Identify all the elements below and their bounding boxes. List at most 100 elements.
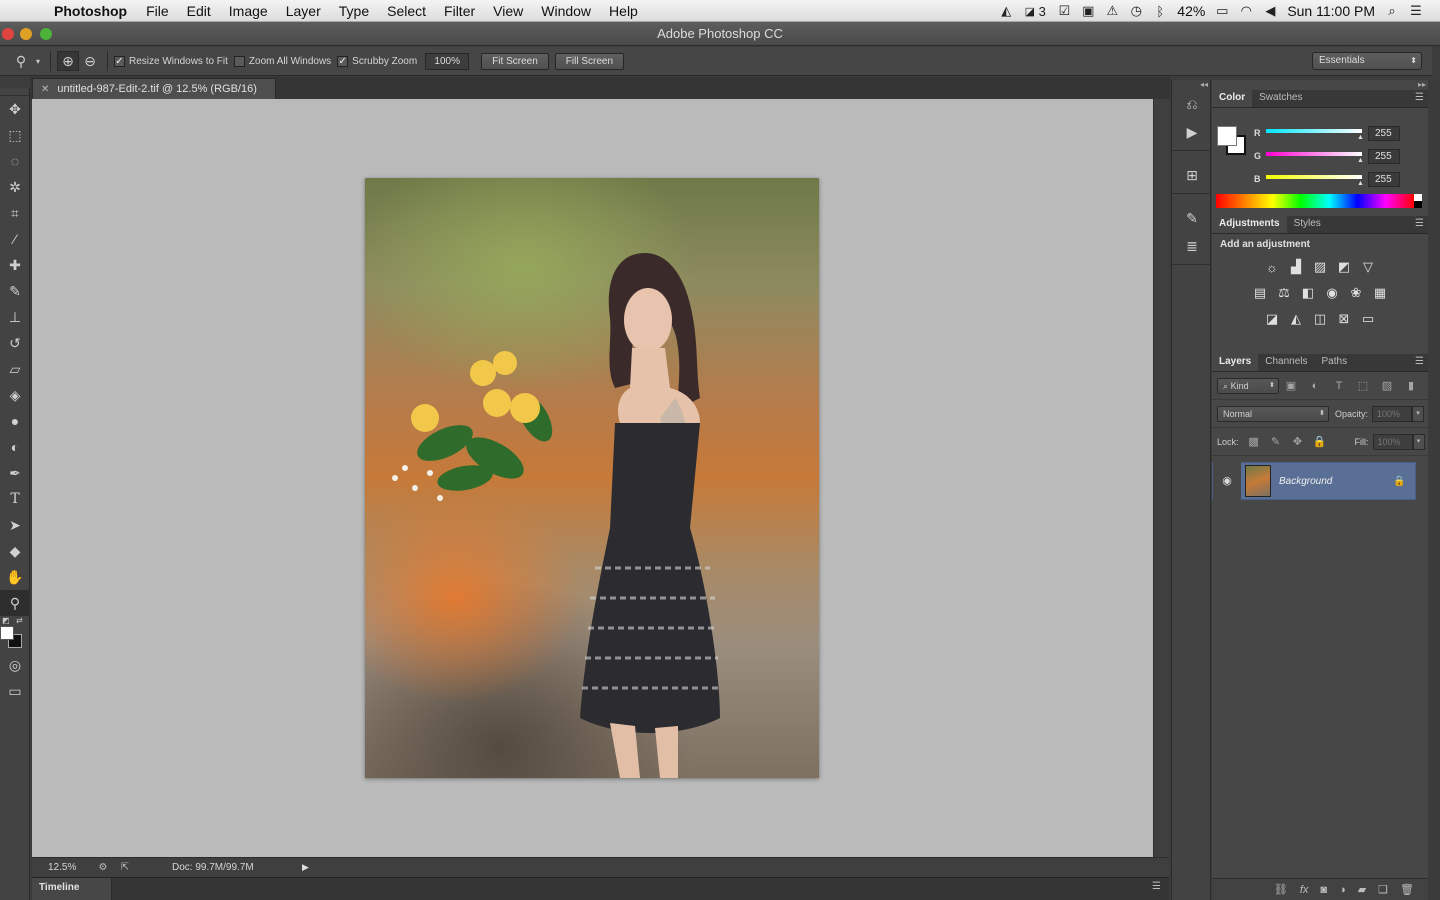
curves-icon[interactable]: ▨ bbox=[1311, 258, 1329, 276]
workspace-switcher[interactable]: Essentials ⬍ bbox=[1312, 52, 1422, 70]
new-layer-icon[interactable]: ❏ bbox=[1378, 883, 1388, 896]
menu-file[interactable]: File bbox=[146, 3, 169, 19]
default-colors-icon[interactable]: ◩ bbox=[2, 616, 10, 625]
screen-mode-icon[interactable]: ▭ bbox=[0, 678, 30, 704]
tab-adjustments[interactable]: Adjustments bbox=[1212, 216, 1287, 233]
menu-window[interactable]: Window bbox=[541, 3, 591, 19]
new-adjustment-icon[interactable]: ◑ bbox=[1339, 884, 1346, 896]
document-tab[interactable]: ✕ untitled-987-Edit-2.tif @ 12.5% (RGB/1… bbox=[32, 78, 276, 99]
foreground-color[interactable] bbox=[0, 626, 14, 640]
shape-filter-icon[interactable]: ⬚ bbox=[1351, 379, 1375, 392]
tab-swatches[interactable]: Swatches bbox=[1252, 90, 1309, 107]
swap-colors-icon[interactable]: ⇄ bbox=[16, 616, 23, 625]
tab-paths[interactable]: Paths bbox=[1315, 354, 1355, 371]
opacity-input[interactable]: 100% bbox=[1372, 405, 1413, 422]
menu-app-name[interactable]: Photoshop bbox=[54, 3, 127, 19]
marquee-tool-icon[interactable]: ⬚ bbox=[0, 122, 30, 148]
zoom-all-windows-checkbox[interactable]: Zoom All Windows bbox=[233, 55, 331, 67]
menu-edit[interactable]: Edit bbox=[187, 3, 211, 19]
menu-view[interactable]: View bbox=[493, 3, 523, 19]
green-slider[interactable] bbox=[1266, 152, 1362, 156]
zoom-tool-preset-icon[interactable]: ⚲ bbox=[10, 51, 32, 71]
screens-icon[interactable]: ▣ bbox=[1076, 0, 1100, 22]
vertical-scrollbar[interactable] bbox=[1153, 99, 1169, 857]
lock-position-icon[interactable]: ✥ bbox=[1287, 435, 1309, 448]
gpu-icon[interactable]: ⚙ bbox=[92, 862, 114, 873]
levels-icon[interactable]: ▟ bbox=[1287, 258, 1305, 276]
status-menu-arrow-icon[interactable]: ▶ bbox=[302, 862, 309, 873]
vibrance-icon[interactable]: ▽ bbox=[1359, 258, 1377, 276]
foreground-swatch[interactable] bbox=[1217, 126, 1237, 146]
color-balance-icon[interactable]: ⚖ bbox=[1275, 284, 1293, 302]
menu-layer[interactable]: Layer bbox=[286, 3, 321, 19]
zoom-tool-icon[interactable]: ⚲ bbox=[0, 590, 30, 616]
zoom-percent-button[interactable]: 100% bbox=[425, 52, 470, 70]
slider-knob-icon[interactable]: ▲ bbox=[1357, 157, 1364, 164]
crop-tool-icon[interactable]: ⌗ bbox=[0, 200, 30, 226]
black-white-ramp[interactable] bbox=[1414, 194, 1422, 208]
display-icon[interactable]: ◪ 3 bbox=[1018, 0, 1052, 22]
paint-bucket-tool-icon[interactable]: ◈ bbox=[0, 382, 30, 408]
dodge-tool-icon[interactable]: ◐ bbox=[0, 434, 30, 460]
gradient-map-icon[interactable]: ▭ bbox=[1359, 310, 1377, 328]
shape-tool-icon[interactable]: ◆ bbox=[0, 538, 30, 564]
panel-grip[interactable] bbox=[0, 88, 29, 96]
collapse-panels-icon[interactable]: ▸▸ bbox=[1418, 80, 1426, 89]
red-slider[interactable] bbox=[1266, 129, 1362, 133]
pixel-filter-icon[interactable]: ▣ bbox=[1279, 379, 1303, 392]
history-brush-tool-icon[interactable]: ↺ bbox=[0, 330, 30, 356]
share-icon[interactable]: ⇱ bbox=[114, 862, 136, 873]
resize-windows-checkbox[interactable]: ✓ Resize Windows to Fit bbox=[114, 55, 228, 67]
zoom-level-field[interactable]: 12.5% bbox=[32, 862, 92, 873]
slider-knob-icon[interactable]: ▲ bbox=[1357, 180, 1364, 187]
time-machine-icon[interactable]: ◷ bbox=[1124, 0, 1148, 22]
menu-filter[interactable]: Filter bbox=[444, 3, 475, 19]
chevron-down-icon[interactable]: ▾ bbox=[1412, 405, 1425, 422]
slider-knob-icon[interactable]: ▲ bbox=[1357, 134, 1364, 141]
add-mask-icon[interactable]: ◙ bbox=[1320, 884, 1327, 896]
clock[interactable]: Sun 11:00 PM bbox=[1287, 3, 1375, 19]
healing-brush-tool-icon[interactable]: ✚ bbox=[0, 252, 30, 278]
blue-slider[interactable] bbox=[1266, 175, 1362, 179]
link-icon[interactable]: ⛓ bbox=[1274, 883, 1288, 896]
red-value-input[interactable]: 255 bbox=[1368, 126, 1400, 141]
channel-mixer-icon[interactable]: ❀ bbox=[1347, 284, 1365, 302]
type-filter-icon[interactable]: T bbox=[1327, 380, 1351, 392]
panel-menu-icon[interactable]: ☰ bbox=[1415, 218, 1424, 229]
brightness-contrast-icon[interactable]: ☼ bbox=[1263, 258, 1281, 276]
quick-mask-icon[interactable]: ◎ bbox=[0, 652, 30, 678]
color-spectrum-ramp[interactable] bbox=[1216, 194, 1422, 208]
lock-transparency-icon[interactable]: ▩ bbox=[1243, 435, 1265, 448]
menu-select[interactable]: Select bbox=[387, 3, 426, 19]
zoom-out-icon[interactable]: ⊖ bbox=[79, 51, 101, 71]
adjustment-filter-icon[interactable]: ◐ bbox=[1303, 380, 1327, 392]
close-icon[interactable]: ✕ bbox=[41, 84, 49, 95]
layer-background[interactable]: ◉ Background 🔒 bbox=[1212, 462, 1416, 500]
warning-icon[interactable]: ⚠ bbox=[1100, 0, 1124, 22]
green-value-input[interactable]: 255 bbox=[1368, 149, 1400, 164]
box-icon[interactable]: ☑ bbox=[1052, 0, 1076, 22]
clone-stamp-tool-icon[interactable]: ⊥ bbox=[0, 304, 30, 330]
lock-pixels-icon[interactable]: ✎ bbox=[1265, 435, 1287, 448]
wifi-icon[interactable]: ◠ bbox=[1234, 0, 1258, 22]
brush-tool-icon[interactable]: ✎ bbox=[0, 278, 30, 304]
type-tool-icon[interactable]: T bbox=[0, 486, 30, 512]
tab-styles[interactable]: Styles bbox=[1287, 216, 1328, 233]
layer-name[interactable]: Background bbox=[1279, 476, 1393, 487]
fill-input[interactable]: 100% bbox=[1372, 433, 1413, 450]
tab-layers[interactable]: Layers bbox=[1212, 354, 1259, 371]
volume-icon[interactable]: ◀ bbox=[1258, 0, 1282, 22]
trash-icon[interactable]: 🗑 bbox=[1400, 883, 1414, 896]
history-panel-icon[interactable]: ⎌ bbox=[1172, 90, 1212, 118]
black-white-icon[interactable]: ◧ bbox=[1299, 284, 1317, 302]
new-group-icon[interactable]: ▰ bbox=[1358, 883, 1366, 896]
threshold-icon[interactable]: ◫ bbox=[1311, 310, 1329, 328]
scrubby-zoom-checkbox[interactable]: ✓ Scrubby Zoom bbox=[337, 55, 417, 67]
blend-mode-select[interactable]: Normal ⬍ bbox=[1217, 405, 1329, 422]
quick-select-tool-icon[interactable]: ✲ bbox=[0, 174, 30, 200]
smart-object-filter-icon[interactable]: ▧ bbox=[1375, 379, 1399, 392]
actions-panel-icon[interactable]: ▶ bbox=[1172, 118, 1212, 146]
kind-filter-select[interactable]: ⌕ Kind ⬍ bbox=[1217, 377, 1279, 394]
brush-presets-icon[interactable]: ≣ bbox=[1172, 232, 1212, 260]
battery-icon[interactable]: ▭ bbox=[1210, 0, 1234, 22]
